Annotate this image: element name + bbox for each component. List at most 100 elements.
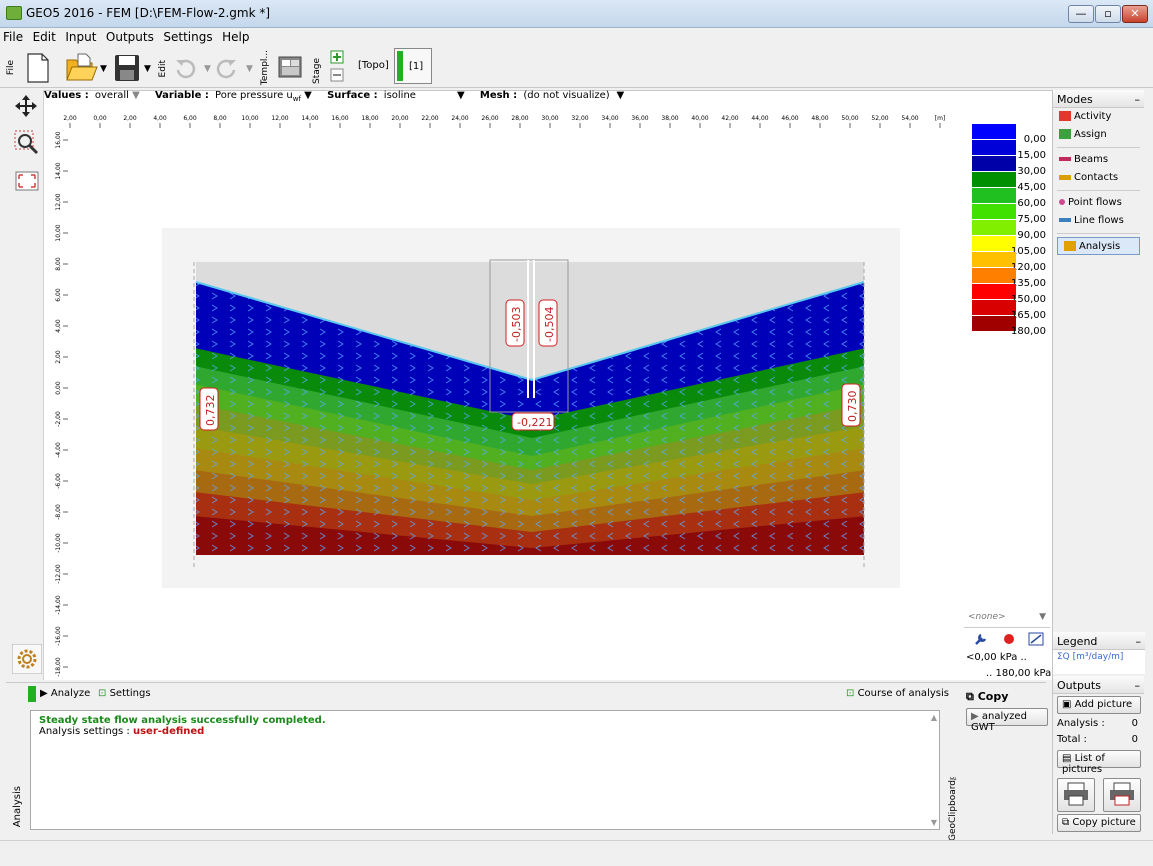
x-tick-label: 46,00 <box>781 115 798 122</box>
x-tick-label: 38,00 <box>661 115 678 122</box>
values-dropdown-icon[interactable]: ▼ <box>132 90 140 101</box>
line-flows-icon <box>1059 218 1071 222</box>
menu-edit[interactable]: Edit <box>30 28 59 44</box>
scroll-up-icon[interactable]: ▲ <box>931 713 937 722</box>
options-bar: Values : overall ▼ Variable : Pore press… <box>44 90 1004 110</box>
mesh-dropdown-icon[interactable]: ▼ <box>617 90 625 101</box>
mode-analysis[interactable]: Analysis <box>1057 237 1140 255</box>
surface-label: Surface : <box>327 90 378 101</box>
modes-panel: Modes – Activity Assign Beams Contacts P… <box>1052 90 1145 680</box>
legend-panel-collapse-icon[interactable]: – <box>1136 635 1142 648</box>
mode-beams[interactable]: Beams <box>1053 151 1144 169</box>
surface-dropdown-icon[interactable]: ▼ <box>457 90 465 101</box>
y-tick-label: -14,00 <box>55 595 62 615</box>
app-icon <box>6 6 22 20</box>
menu-help[interactable]: Help <box>219 28 252 44</box>
wrench-icon[interactable] <box>974 632 990 646</box>
modes-collapse-icon[interactable]: – <box>1135 93 1141 106</box>
save-dropdown-icon[interactable]: ▼ <box>144 64 151 74</box>
add-picture-label: Add picture <box>1074 699 1133 710</box>
x-tick-label: 20,00 <box>391 115 408 122</box>
left-flux-value: 0,732 <box>204 395 217 427</box>
stage-1-button[interactable]: [1] <box>394 48 432 84</box>
list-of-pictures-button[interactable]: ▤ List of pictures <box>1057 750 1141 775</box>
point-flows-icon <box>1059 199 1065 205</box>
settings-icon: ⊡ <box>98 688 110 699</box>
copy-label: Copy <box>977 690 1009 703</box>
variable-select[interactable]: Pore pressure u <box>215 90 293 101</box>
analysis-settings-button[interactable]: ⊡ Settings <box>98 688 151 699</box>
course-of-analysis-button[interactable]: ⊡ Course of analysis <box>846 688 949 699</box>
add-picture-button[interactable]: ▣ Add picture <box>1057 696 1141 714</box>
zoom-icon[interactable] <box>14 130 40 156</box>
templates-icon[interactable] <box>276 54 306 82</box>
contacts-icon <box>1059 174 1071 180</box>
legend-preset-dropdown-icon[interactable]: ▼ <box>1039 612 1046 622</box>
modes-header: Modes – <box>1053 90 1144 108</box>
record-icon[interactable] <box>1002 632 1016 646</box>
x-tick-label: 34,00 <box>601 115 618 122</box>
open-folder-icon[interactable] <box>64 52 98 84</box>
redo-dropdown-icon[interactable]: ▼ <box>246 64 253 74</box>
menu-input[interactable]: Input <box>62 28 99 44</box>
mode-line-flows[interactable]: Line flows <box>1053 212 1144 230</box>
save-icon[interactable] <box>112 52 142 84</box>
outputs-analysis-label: Analysis : <box>1057 718 1105 729</box>
legend-preset-select[interactable]: <none> ▼ <box>964 612 1050 628</box>
surface-select[interactable]: isoline <box>384 90 454 101</box>
restore-button[interactable]: ▫ <box>1095 5 1121 23</box>
copy-button[interactable]: ⧉ Copy <box>966 690 1008 704</box>
outputs-collapse-icon[interactable]: – <box>1135 679 1141 692</box>
mode-contacts[interactable]: Contacts <box>1053 169 1144 187</box>
analysis-output-area[interactable]: Steady state flow analysis successfully … <box>30 710 940 830</box>
print-button[interactable] <box>1057 778 1095 812</box>
status-bar <box>0 840 1153 866</box>
modes-divider <box>1057 190 1140 191</box>
menu-outputs[interactable]: Outputs <box>103 28 157 44</box>
toolbar-stage-label: Stage <box>312 58 322 85</box>
settings-gear-icon[interactable] <box>12 644 42 674</box>
y-tick-label: 6,00 <box>55 288 62 302</box>
scroll-down-icon[interactable]: ▼ <box>931 818 937 827</box>
mode-activity[interactable]: Activity <box>1053 108 1144 126</box>
scale-edit-icon[interactable] <box>1028 632 1044 646</box>
copy-picture-button[interactable]: ⧉ Copy picture <box>1057 814 1141 832</box>
add-stage-icon[interactable] <box>330 50 344 64</box>
analyzed-gwt-button[interactable]: ▶ analyzed GWT <box>966 708 1048 733</box>
redo-icon[interactable] <box>214 56 242 82</box>
x-tick-label: 18,00 <box>361 115 378 122</box>
new-file-icon[interactable] <box>24 52 52 84</box>
x-tick-label: 16,00 <box>331 115 348 122</box>
analysis-settings-text: Analysis settings : <box>39 726 133 737</box>
x-tick-label: 48,00 <box>811 115 828 122</box>
mode-assign[interactable]: Assign <box>1053 126 1144 144</box>
activity-icon <box>1059 111 1071 121</box>
menu-file[interactable]: File <box>0 28 26 44</box>
geoclipboard-label: GeoClipboard™ <box>948 770 958 842</box>
zoom-fit-icon[interactable] <box>14 170 40 194</box>
menu-settings[interactable]: Settings <box>160 28 215 44</box>
undo-dropdown-icon[interactable]: ▼ <box>204 64 211 74</box>
x-tick-label: 2,00 <box>123 115 137 122</box>
values-select[interactable]: overall <box>95 90 129 101</box>
printer-export-icon <box>1110 782 1134 806</box>
remove-stage-icon[interactable] <box>330 68 344 82</box>
pan-icon[interactable] <box>14 94 38 118</box>
outputs-total-label: Total : <box>1057 734 1087 745</box>
open-dropdown-icon[interactable]: ▼ <box>100 64 107 74</box>
print-preview-button[interactable] <box>1103 778 1141 812</box>
mode-beams-label: Beams <box>1074 154 1109 165</box>
mesh-select[interactable]: (do not visualize) <box>523 90 613 101</box>
x-tick-label: 30,00 <box>541 115 558 122</box>
model-view[interactable]: 2,00 0,00 2,00 4,00 6,00 8,00 10,00 12,00 14,00 1… <box>44 110 964 678</box>
analyze-button[interactable]: ▶ Analyze <box>40 688 90 699</box>
x-tick-label: 8,00 <box>213 115 227 122</box>
y-tick-label: -8,00 <box>55 504 62 520</box>
minimize-button[interactable]: — <box>1068 5 1094 23</box>
mode-point-flows[interactable]: Point flows <box>1053 194 1144 212</box>
undo-icon[interactable] <box>172 56 200 82</box>
variable-label: Variable : <box>154 90 209 101</box>
close-button[interactable]: ✕ <box>1122 5 1148 23</box>
variable-dropdown-icon[interactable]: ▼ <box>304 90 312 101</box>
stage-topo-button[interactable]: [Topo] <box>358 60 389 71</box>
